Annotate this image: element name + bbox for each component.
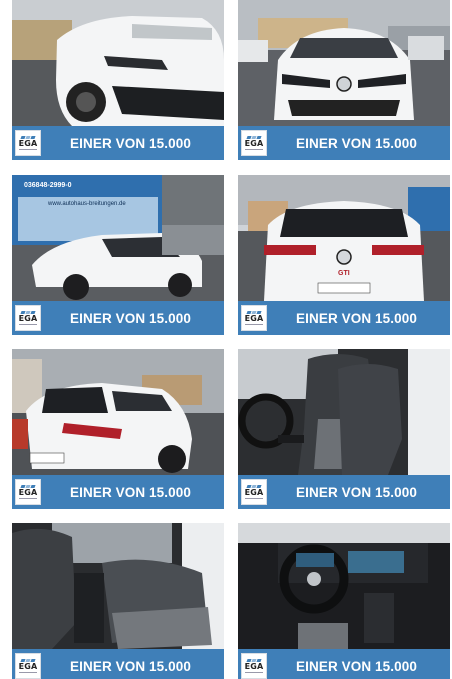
gallery-thumbnail[interactable]: GTI EGA EINER VON 15.000 [238,175,450,335]
gallery-thumbnail[interactable]: EGA EINER VON 15.000 [238,0,450,160]
ega-logo-text: EGA [244,314,264,323]
ega-logo-text: EGA [244,662,264,671]
promo-banner: EGA EINER VON 15.000 [12,475,224,509]
ega-logo: EGA [241,653,267,679]
promo-banner-text: EINER VON 15.000 [296,484,417,500]
ega-logo: EGA [15,305,41,331]
car-photo-front-quarter [12,0,224,126]
promo-banner-text: EINER VON 15.000 [296,658,417,674]
dealer-phone-sign: 036848-2999-0 [24,182,72,189]
promo-banner: EGA EINER VON 15.000 [238,475,450,509]
gallery-thumbnail[interactable]: EGA EINER VON 15.000 [238,349,450,509]
promo-banner: EGA EINER VON 15.000 [238,126,450,160]
vehicle-photo-gallery: EGA EINER VON 15.000 EGA EINER VON 15.00… [0,0,452,679]
promo-banner: EGA EINER VON 15.000 [12,301,224,335]
promo-banner-text: EINER VON 15.000 [70,658,191,674]
interior-photo-cockpit [238,523,450,649]
gallery-thumbnail[interactable]: EGA EINER VON 15.000 [12,523,224,679]
ega-logo: EGA [241,305,267,331]
ega-logo: EGA [241,130,267,156]
ega-logo: EGA [15,479,41,505]
gallery-thumbnail[interactable]: EGA EINER VON 15.000 [12,349,224,509]
ega-logo: EGA [241,479,267,505]
gallery-thumbnail[interactable]: EGA EINER VON 15.000 [12,0,224,160]
promo-banner-text: EINER VON 15.000 [70,484,191,500]
gallery-thumbnail[interactable]: EGA EINER VON 15.000 [238,523,450,679]
interior-photo-rear-seats [12,523,224,649]
promo-banner-text: EINER VON 15.000 [70,310,191,326]
gallery-thumbnail[interactable]: 036848-2999-0 www.autohaus-breitungen.de… [12,175,224,335]
promo-banner: EGA EINER VON 15.000 [238,301,450,335]
promo-banner-text: EINER VON 15.000 [70,135,191,151]
car-photo-front [238,0,450,126]
ega-logo-text: EGA [18,488,38,497]
car-photo-rear: GTI [238,175,450,301]
promo-banner: EGA EINER VON 15.000 [238,649,450,679]
ega-logo: EGA [15,653,41,679]
ega-logo-text: EGA [18,314,38,323]
promo-banner: EGA EINER VON 15.000 [12,649,224,679]
promo-banner-text: EINER VON 15.000 [296,310,417,326]
gti-badge: GTI [338,270,350,277]
ega-logo-text: EGA [244,139,264,148]
interior-photo-front-seats [238,349,450,475]
promo-banner-text: EINER VON 15.000 [296,135,417,151]
dealer-url-sign: www.autohaus-breitungen.de [47,201,126,207]
car-photo-showroom: 036848-2999-0 www.autohaus-breitungen.de [12,175,224,301]
ega-logo: EGA [15,130,41,156]
ega-logo-text: EGA [18,662,38,671]
car-photo-rear-quarter [12,349,224,475]
ega-logo-text: EGA [244,488,264,497]
promo-banner: EGA EINER VON 15.000 [12,126,224,160]
ega-logo-text: EGA [18,139,38,148]
